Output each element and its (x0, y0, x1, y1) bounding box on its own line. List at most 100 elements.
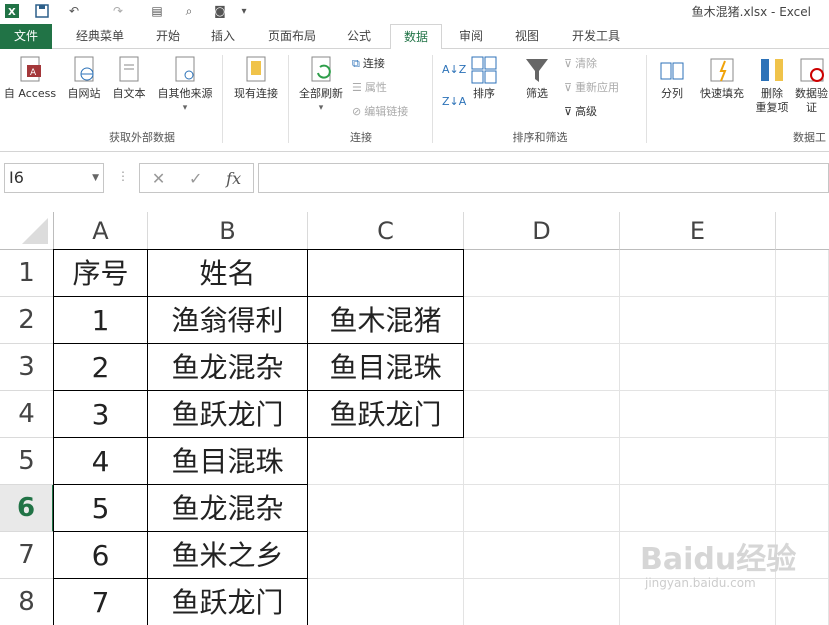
cell-f2[interactable] (776, 297, 829, 344)
cell-c6[interactable] (308, 485, 464, 532)
cell-f6[interactable] (776, 485, 829, 532)
cell-e2[interactable] (620, 297, 776, 344)
cell-a5[interactable]: 4 (53, 437, 148, 485)
select-all-corner[interactable] (0, 212, 54, 250)
data-validation-button[interactable]: 数据验 证 (794, 55, 829, 115)
cell-d2[interactable] (464, 297, 620, 344)
cell-a3[interactable]: 2 (53, 343, 148, 391)
cell-a2[interactable]: 1 (53, 296, 148, 344)
undo-icon[interactable]: ↶ (64, 3, 84, 19)
remove-duplicates-button[interactable]: 删除 重复项 (752, 55, 792, 115)
form-icon[interactable]: ▤ (148, 3, 166, 19)
cell-f3[interactable] (776, 344, 829, 391)
clear-filter-button[interactable]: ⊽ 清除 (564, 55, 597, 73)
cell-b5[interactable]: 鱼目混珠 (147, 437, 308, 485)
cell-a6[interactable]: 5 (53, 484, 148, 532)
sort-ascending-button[interactable]: A↓Z (442, 61, 466, 79)
row-header-6[interactable]: 6 (0, 485, 54, 532)
cell-a7[interactable]: 6 (53, 531, 148, 579)
cell-c2[interactable]: 鱼木混猪 (307, 296, 464, 344)
cell-b3[interactable]: 鱼龙混杂 (147, 343, 308, 391)
cell-d8[interactable] (464, 579, 620, 625)
tab-developer[interactable]: 开发工具 (560, 24, 632, 49)
tab-home[interactable]: 开始 (145, 24, 191, 49)
cell-e1[interactable] (620, 250, 776, 297)
cell-d4[interactable] (464, 391, 620, 438)
from-web-button[interactable]: 自网站 (62, 55, 106, 101)
cell-d3[interactable] (464, 344, 620, 391)
cell-c7[interactable] (308, 532, 464, 579)
tab-file[interactable]: 文件 (0, 24, 52, 49)
cell-b7[interactable]: 鱼米之乡 (147, 531, 308, 579)
reapply-button[interactable]: ⊽ 重新应用 (564, 79, 619, 97)
tab-insert[interactable]: 插入 (200, 24, 246, 49)
cell-f5[interactable] (776, 438, 829, 485)
row-header-3[interactable]: 3 (0, 344, 54, 391)
tab-page-layout[interactable]: 页面布局 (256, 24, 328, 49)
cell-c1[interactable] (307, 249, 464, 297)
cell-d1[interactable] (464, 250, 620, 297)
customize-icon[interactable]: ▾ (238, 3, 250, 19)
insert-function-icon[interactable]: fx (226, 169, 241, 188)
cell-d5[interactable] (464, 438, 620, 485)
properties-button[interactable]: ☰ 属性 (352, 79, 387, 97)
sort-descending-button[interactable]: Z↓A (442, 93, 466, 111)
row-header-1[interactable]: 1 (0, 250, 54, 297)
from-other-sources-button[interactable]: 自其他来源 ▾ (151, 55, 219, 115)
cell-b4[interactable]: 鱼跃龙门 (147, 390, 308, 438)
tab-formulas[interactable]: 公式 (336, 24, 382, 49)
cell-f1[interactable] (776, 250, 829, 297)
filter-button[interactable]: 筛选 (516, 55, 558, 101)
chevron-down-icon[interactable]: ▼ (92, 164, 99, 192)
tab-data[interactable]: 数据 (390, 24, 442, 50)
from-access-button[interactable]: A 自 Access (0, 55, 60, 101)
tab-view[interactable]: 视图 (504, 24, 550, 49)
connections-button[interactable]: ⧉ 连接 (352, 55, 385, 73)
save-icon[interactable] (34, 3, 50, 19)
cell-c3[interactable]: 鱼目混珠 (307, 343, 464, 391)
edit-links-button[interactable]: ⊘ 编辑链接 (352, 103, 408, 121)
cell-d6[interactable] (464, 485, 620, 532)
cell-b8[interactable]: 鱼跃龙门 (147, 578, 308, 625)
sort-button[interactable]: 排序 (466, 55, 502, 101)
tab-classic-menu[interactable]: 经典菜单 (62, 24, 138, 49)
redo-icon[interactable]: ↷ (108, 3, 128, 19)
column-header-e[interactable]: E (620, 212, 776, 250)
cell-e6[interactable] (620, 485, 776, 532)
cell-b2[interactable]: 渔翁得利 (147, 296, 308, 344)
cell-e4[interactable] (620, 391, 776, 438)
cell-c4[interactable]: 鱼跃龙门 (307, 390, 464, 438)
cell-a4[interactable]: 3 (53, 390, 148, 438)
cell-e5[interactable] (620, 438, 776, 485)
flash-fill-button[interactable]: 快速填充 (694, 55, 750, 101)
cell-e3[interactable] (620, 344, 776, 391)
cell-a8[interactable]: 7 (53, 578, 148, 625)
row-header-4[interactable]: 4 (0, 391, 54, 438)
cell-d7[interactable] (464, 532, 620, 579)
splitter-handle[interactable]: ⋮ (117, 169, 129, 183)
formula-input[interactable] (258, 163, 829, 193)
row-header-8[interactable]: 8 (0, 579, 54, 625)
existing-connections-button[interactable]: 现有连接 (226, 55, 286, 101)
row-header-5[interactable]: 5 (0, 438, 54, 485)
cell-b6[interactable]: 鱼龙混杂 (147, 484, 308, 532)
cell-c8[interactable] (308, 579, 464, 625)
enter-icon[interactable]: ✓ (189, 169, 202, 188)
row-header-7[interactable]: 7 (0, 532, 54, 579)
row-header-2[interactable]: 2 (0, 297, 54, 344)
column-header-b[interactable]: B (148, 212, 308, 250)
print-preview-icon[interactable]: ⌕ (180, 3, 198, 19)
column-header-a[interactable]: A (54, 212, 148, 250)
name-box[interactable]: I6 ▼ (4, 163, 104, 193)
cell-f4[interactable] (776, 391, 829, 438)
cell-a1[interactable]: 序号 (53, 249, 148, 297)
cancel-icon[interactable]: ✕ (152, 169, 165, 188)
refresh-all-button[interactable]: 全部刷新 ▾ (292, 55, 350, 115)
from-text-button[interactable]: 自文本 (108, 55, 150, 101)
cell-f8[interactable] (776, 579, 829, 625)
text-to-columns-button[interactable]: 分列 (652, 55, 692, 101)
column-header-d[interactable]: D (464, 212, 620, 250)
cell-b1[interactable]: 姓名 (147, 249, 308, 297)
column-header-f[interactable] (776, 212, 829, 250)
column-header-c[interactable]: C (308, 212, 464, 250)
